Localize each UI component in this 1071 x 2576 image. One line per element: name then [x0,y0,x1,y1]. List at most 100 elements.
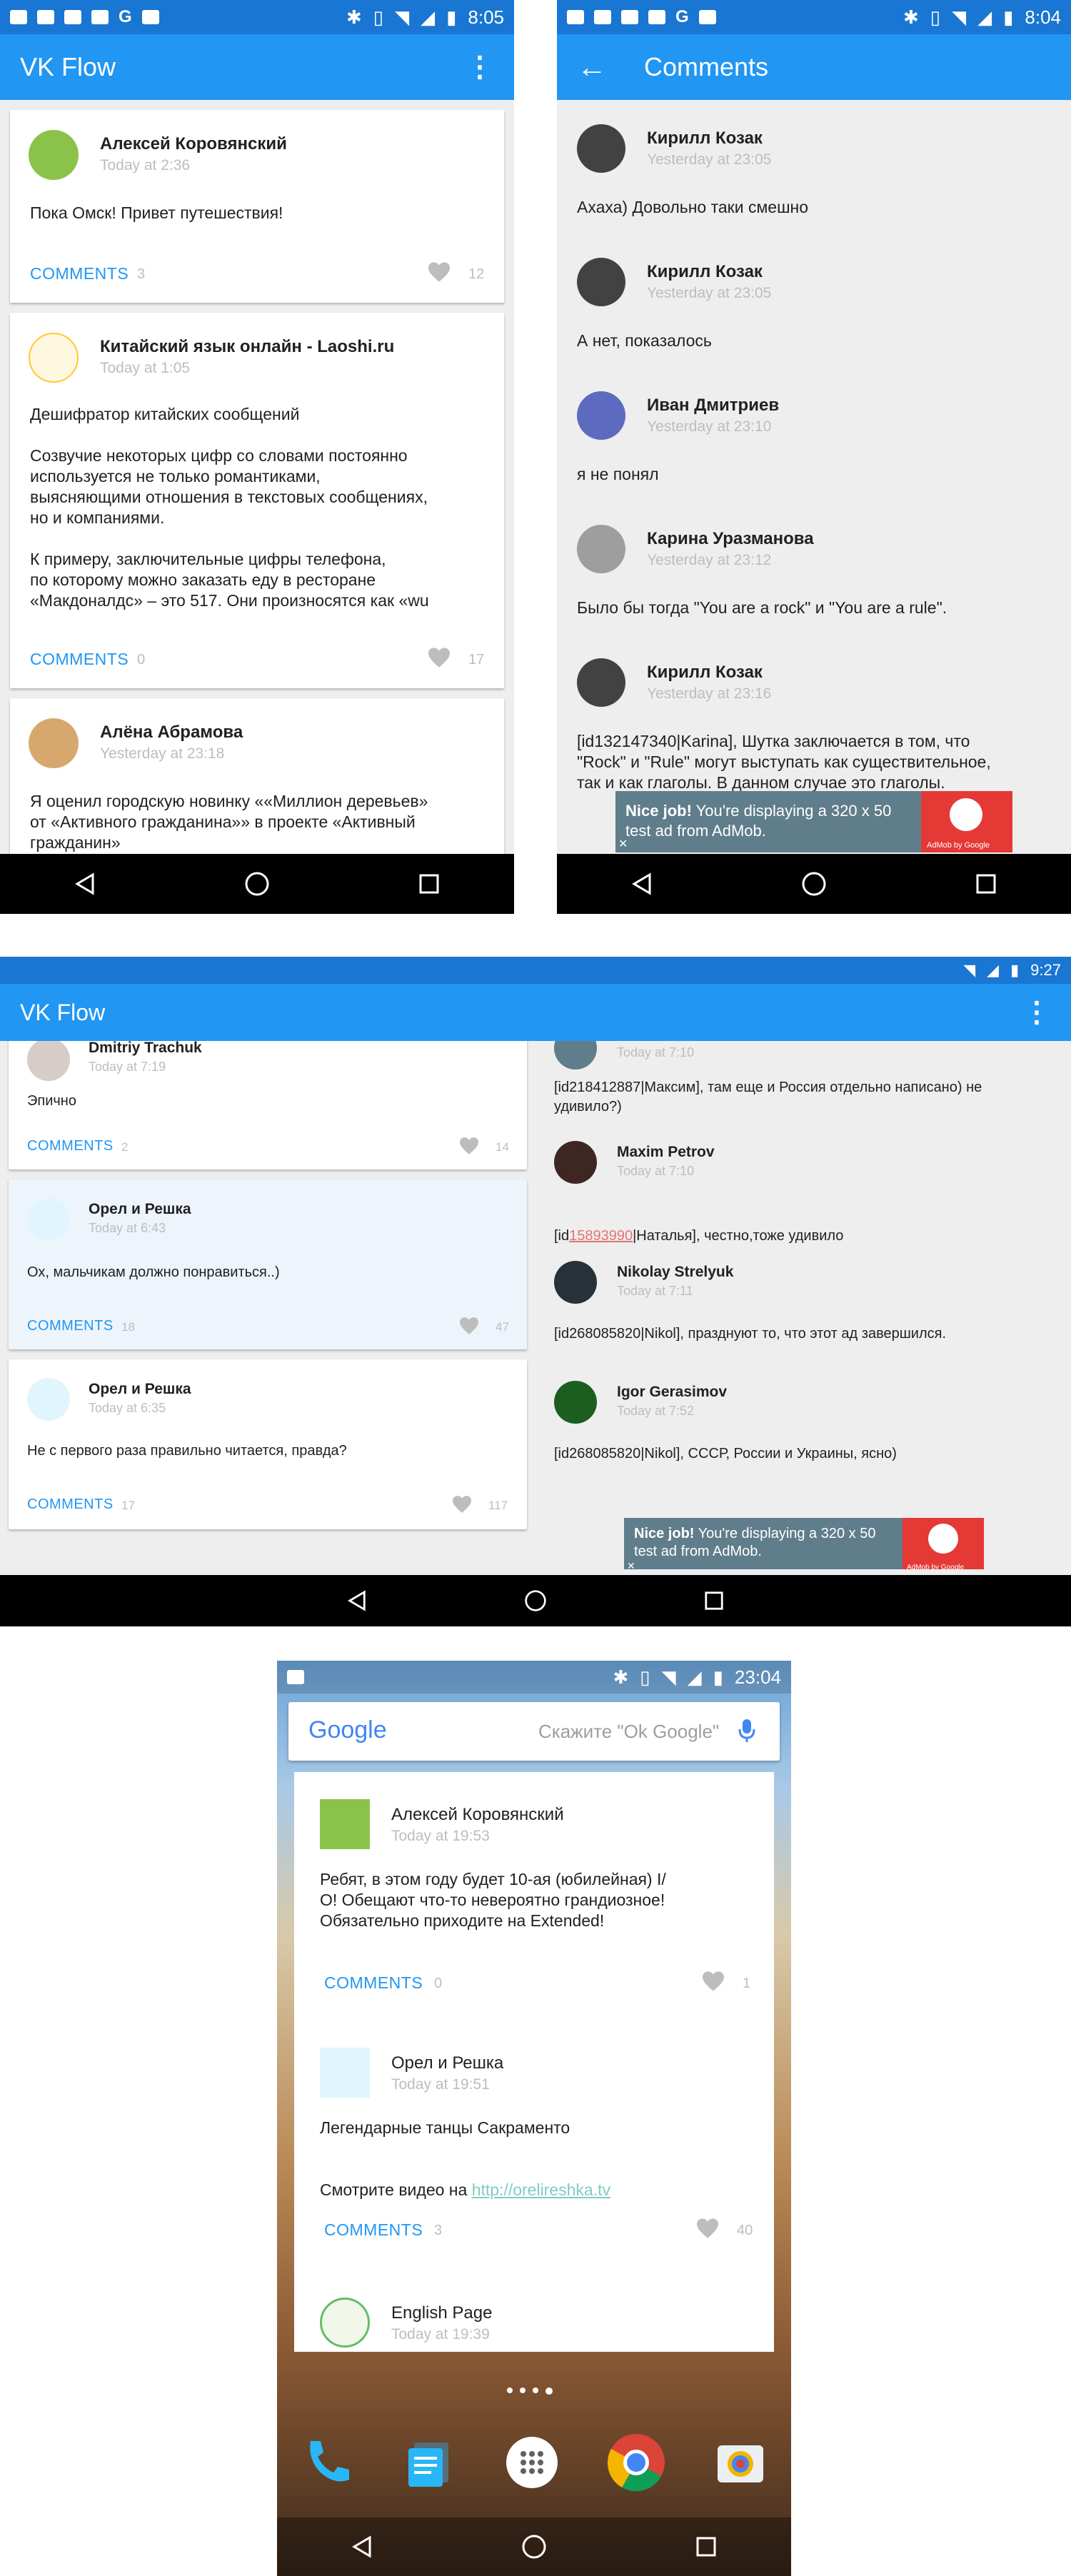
comment-author[interactable]: Igor Gerasimov [617,1384,727,1401]
recents-icon[interactable] [418,873,440,895]
messages-icon[interactable] [401,2434,458,2491]
status-bar: G ✱ ▯ ◥ ◢ ▮ 8:04 [557,0,1071,34]
microphone-icon[interactable] [738,1718,755,1744]
notification-icon [10,10,27,24]
recents-icon[interactable] [975,873,997,895]
comment-time: Yesterday at 23:10 [647,418,772,435]
post-card: Алексей Коровянский Today at 2:36 Пока О… [10,110,504,303]
ad-close-icon[interactable]: ✕ [627,1560,635,1569]
clock: 8:05 [468,6,504,28]
avatar[interactable] [577,258,625,306]
ad-close-icon[interactable]: ✕ [618,837,628,851]
post-author[interactable]: Алексей Коровянский [391,1805,564,1825]
battery-icon: ▮ [1010,961,1020,979]
comment-time: Yesterday at 23:16 [647,685,772,702]
bluetooth-icon: ✱ [613,1666,629,1688]
home-icon[interactable] [801,871,827,897]
comment-author[interactable]: Карина Уразманова [647,529,814,549]
app-drawer-icon[interactable] [503,2434,560,2491]
avatar[interactable] [554,1381,597,1424]
overflow-menu-icon[interactable]: ⋮ [1022,998,1051,1027]
heart-icon[interactable] [427,261,451,283]
comment-text-prefix: [id [554,1228,570,1244]
post-link[interactable]: http://orelireshka.tv [472,2180,610,2199]
heart-icon[interactable] [427,647,451,668]
post-card: Dmitriy Trachuk Today at 7:19 Эпично COM… [9,1041,527,1169]
mention-link[interactable]: 15893990 [569,1228,633,1244]
post-author[interactable]: English Page [391,2303,492,2323]
home-icon[interactable] [244,871,270,897]
post-author[interactable]: Dmitriy Trachuk [89,1041,202,1057]
heart-icon[interactable] [458,1137,480,1155]
home-icon[interactable] [521,2534,547,2560]
post-author[interactable]: Китайский язык онлайн - Laoshi.ru [100,337,394,357]
comment-item: Кирилл Козак Yesterday at 23:05 Ахаха) Д… [557,114,1071,236]
comment-time: Today at 7:10 [617,1164,695,1178]
camera-icon[interactable] [712,2434,769,2491]
home-icon[interactable] [524,1589,547,1612]
heart-icon[interactable] [701,1971,725,1992]
heart-icon[interactable] [695,2218,720,2239]
back-icon[interactable] [631,872,653,895]
post-text: Эпично [27,1093,76,1109]
chrome-icon[interactable] [605,2432,667,2493]
avatar[interactable] [320,2298,370,2348]
post-author[interactable]: Орел и Решка [89,1201,191,1218]
admob-banner[interactable]: Nice job! You're displaying a 320 x 50 t… [624,1518,984,1569]
avatar[interactable] [27,1041,70,1081]
recents-icon[interactable] [704,1591,724,1611]
comment-author[interactable]: Кирилл Козак [647,129,763,149]
admob-logo-text: AdMob by Google [907,1564,965,1569]
back-arrow-icon[interactable]: ← [577,50,607,84]
avatar[interactable] [27,1378,70,1421]
post-author[interactable]: Алёна Абрамова [100,723,243,743]
comment-author[interactable]: Кирилл Козак [647,262,763,282]
comment-author[interactable]: Кирилл Козак [647,663,763,683]
avatar[interactable] [577,658,625,707]
avatar[interactable] [29,718,79,768]
post-card: Орел и Решка Today at 6:35 Не с первого … [9,1359,527,1529]
comment-text: [id15893990|Наталья], честно,тоже удивил… [554,1205,843,1247]
google-search-bar[interactable]: Google Скажите "Ok Google" [288,1702,780,1761]
avatar[interactable] [29,333,79,383]
post-author[interactable]: Орел и Решка [89,1381,191,1398]
avatar[interactable] [554,1141,597,1184]
overflow-menu-icon[interactable]: ⋮ [466,53,494,81]
comments-button[interactable]: COMMENTS [324,2220,423,2240]
comments-button[interactable]: COMMENTS [30,650,129,669]
avatar[interactable] [554,1261,597,1304]
post-text: Ребят, в этом году будет 10-ая (юбилейна… [320,1870,666,1930]
avatar[interactable] [577,124,625,173]
phone-icon[interactable] [299,2434,356,2491]
comment-author[interactable]: Иван Дмитриев [647,396,779,416]
recents-icon[interactable] [695,2536,717,2557]
avatar[interactable] [29,130,79,180]
feed-column: Dmitriy Trachuk Today at 7:19 Эпично COM… [0,1041,536,1569]
avatar[interactable] [320,1799,370,1849]
comments-button[interactable]: COMMENTS [27,1318,114,1334]
heart-icon[interactable] [451,1495,473,1514]
comment-text: [id218412887|Максим], там еще и Россия о… [554,1080,982,1115]
comments-button[interactable]: COMMENTS [27,1138,114,1154]
comment-text: [id268085820|Nikol], СССР, России и Укра… [554,1446,897,1461]
back-icon[interactable] [347,1590,367,1611]
comments-button[interactable]: COMMENTS [30,264,129,283]
post-text: Я оценил городскую новинку ««Миллион дер… [30,792,428,852]
avatar[interactable] [577,391,625,440]
comments-count: 17 [121,1499,135,1512]
mail-icon [141,10,159,24]
back-icon[interactable] [74,872,96,895]
comments-button[interactable]: COMMENTS [324,1973,423,1993]
avatar[interactable] [577,525,625,573]
avatar[interactable] [320,2048,370,2098]
back-icon[interactable] [351,2535,373,2558]
comments-button[interactable]: COMMENTS [27,1496,114,1513]
comment-author[interactable]: Nikolay Strelyuk [617,1264,733,1281]
post-author[interactable]: Алексей Коровянский [100,134,287,154]
admob-banner[interactable]: Nice job! You're displaying a 320 x 50 t… [615,791,1012,852]
post-author[interactable]: Орел и Решка [391,2053,503,2073]
avatar[interactable] [554,1041,597,1070]
comment-author[interactable]: Maxim Petrov [617,1144,715,1161]
heart-icon[interactable] [458,1317,480,1335]
avatar[interactable] [27,1198,70,1241]
